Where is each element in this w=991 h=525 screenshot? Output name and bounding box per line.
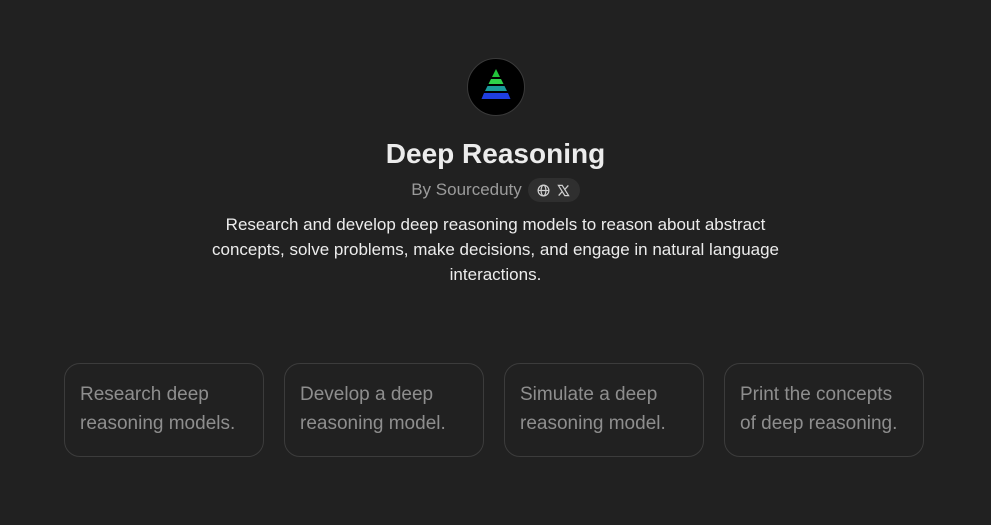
starter-card[interactable]: Research deep reasoning models.: [64, 363, 264, 457]
pyramid-logo-icon: [479, 66, 513, 109]
starter-card[interactable]: Develop a deep reasoning model.: [284, 363, 484, 457]
globe-icon[interactable]: [537, 183, 551, 197]
gpt-landing: Deep Reasoning By Sourceduty Research an…: [0, 0, 991, 525]
social-links: [527, 178, 580, 202]
starter-card[interactable]: Simulate a deep reasoning model.: [504, 363, 704, 457]
gpt-header: Deep Reasoning By Sourceduty Research an…: [0, 58, 991, 287]
x-logo-icon[interactable]: [557, 183, 571, 197]
gpt-description: Research and develop deep reasoning mode…: [211, 215, 780, 284]
conversation-starters: Research deep reasoning models. Develop …: [64, 363, 924, 457]
starter-card[interactable]: Print the concepts of deep reasoning.: [724, 363, 924, 457]
gpt-title: Deep Reasoning: [385, 138, 606, 169]
avatar: [466, 58, 525, 116]
byline: By Sourceduty: [411, 178, 580, 202]
author-label: By Sourceduty: [411, 180, 522, 199]
